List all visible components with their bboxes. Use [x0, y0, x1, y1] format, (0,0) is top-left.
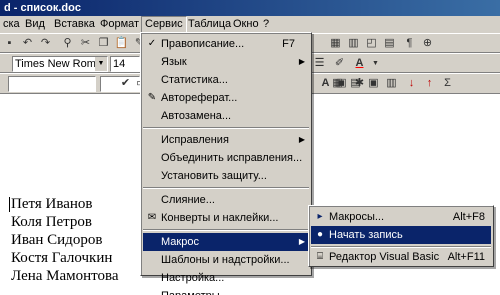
vb-editor-icon: ⌸ [317, 251, 323, 262]
menu-window[interactable]: Окно [230, 16, 262, 33]
submenu-arrow-icon: ▶ [298, 135, 305, 144]
tools-icon[interactable]: ✱ [352, 76, 367, 91]
chevron-down-icon[interactable]: ▼ [368, 56, 383, 71]
columns-icon[interactable]: ▥ [346, 36, 361, 51]
macro-submenu: ▸ Макросы... Alt+F8 ● Начать запись ⌸ Ре… [308, 205, 494, 267]
redo-icon[interactable]: ↷ [38, 36, 53, 51]
menu-bar: ска Вид Вставка Формат Сервис Таблица Ок… [0, 16, 500, 33]
menu-separator [143, 187, 309, 189]
menu-item-autocorrect[interactable]: Автозамена... [143, 107, 309, 125]
menu-item-autosummarize[interactable]: ✎ Автореферат... [143, 89, 309, 107]
submenu-item-record[interactable]: ● Начать запись [311, 226, 491, 244]
menu-separator [143, 127, 309, 129]
menu-item-spelling[interactable]: ✓ Правописание... F7 [143, 35, 309, 53]
font-size-value: 14 [113, 58, 126, 70]
style-combo[interactable] [8, 76, 96, 92]
submenu-arrow-icon: ▶ [298, 57, 305, 66]
menu-edit[interactable]: ска [0, 16, 23, 33]
menu-item-protect[interactable]: Установить защиту... [143, 167, 309, 185]
zoom-icon[interactable]: ⊕ [420, 36, 435, 51]
list-icon[interactable]: ☰ [312, 56, 327, 71]
menu-view[interactable]: Вид [22, 16, 48, 33]
font-name-combo[interactable]: Times New Roman ▼ [12, 56, 108, 72]
chevron-down-icon[interactable]: ▼ [95, 57, 107, 71]
menu-item-options[interactable]: Параметры... [143, 287, 309, 295]
autosummarize-icon: ✎ [147, 92, 157, 103]
sort-asc-icon[interactable]: ↓ [404, 76, 419, 91]
window-title: d - список.doc [0, 0, 500, 16]
text-cursor [9, 197, 10, 212]
menu-item-customize[interactable]: Настройка... [143, 269, 309, 287]
checkmark-icon[interactable]: ✔ [118, 76, 133, 91]
drawing-icon[interactable]: ◰ [364, 36, 379, 51]
menu-format[interactable]: Формат [97, 16, 142, 33]
font-color-icon[interactable]: A [352, 56, 367, 71]
document-line: Иван Сидоров [11, 232, 103, 248]
service-menu: ✓ Правописание... F7 Язык ▶ Статистика..… [140, 32, 312, 295]
menu-table[interactable]: Таблица [185, 16, 234, 33]
wordart-icon[interactable]: A [318, 76, 333, 91]
show-marks-icon[interactable]: ¶ [402, 36, 417, 51]
font-size-combo[interactable]: 14 [110, 56, 140, 72]
document-line: Коля Петров [11, 214, 93, 230]
menu-item-statistics[interactable]: Статистика... [143, 71, 309, 89]
menu-item-mail-merge[interactable]: Слияние... [143, 191, 309, 209]
copy-icon[interactable]: ❐ [96, 36, 111, 51]
highlight-icon[interactable]: ✐ [332, 56, 347, 71]
envelope-icon: ✉ [147, 212, 157, 223]
submenu-item-vb-editor[interactable]: ⌸ Редактор Visual Basic Alt+F11 [311, 249, 491, 265]
menu-item-merge-revisions[interactable]: Объединить исправления... [143, 149, 309, 167]
document-line: Костя Галочкин [11, 250, 113, 266]
menu-separator [143, 229, 309, 231]
sort-desc-icon[interactable]: ↑ [422, 76, 437, 91]
menu-service[interactable]: Сервис [141, 16, 187, 33]
menu-item-envelopes[interactable]: ✉ Конверты и наклейки... [143, 209, 309, 227]
paste-icon[interactable]: 📋 [114, 36, 129, 51]
menu-item-track-changes[interactable]: Исправления ▶ [143, 131, 309, 149]
save-icon[interactable]: ▪ [2, 36, 17, 51]
submenu-arrow-icon: ▶ [298, 237, 305, 246]
menu-item-language[interactable]: Язык ▶ [143, 53, 309, 71]
menu-insert[interactable]: Вставка [51, 16, 98, 33]
menu-help[interactable]: ? [260, 16, 272, 33]
cut-icon[interactable]: ✂ [78, 36, 93, 51]
submenu-item-macros[interactable]: ▸ Макросы... Alt+F8 [311, 208, 491, 226]
find-icon[interactable]: ⚲ [60, 36, 75, 51]
spellcheck-icon: ✓ [147, 38, 157, 49]
undo-icon[interactable]: ↶ [20, 36, 35, 51]
split-cells-icon[interactable]: ▥ [384, 76, 399, 91]
menu-item-macro[interactable]: Макрос ▶ [143, 233, 309, 251]
table-icon[interactable]: ▦ [328, 36, 343, 51]
menu-separator [311, 246, 491, 248]
menu-item-templates[interactable]: Шаблоны и надстройки... [143, 251, 309, 269]
picture-icon[interactable]: ▣ [334, 76, 349, 91]
autosum-icon[interactable]: Σ [440, 76, 455, 91]
docmap-icon[interactable]: ▤ [382, 36, 397, 51]
document-line: Лена Мамонтова [11, 268, 119, 284]
record-icon: ● [316, 229, 324, 240]
play-icon: ▸ [317, 211, 323, 222]
merge-cells-icon[interactable]: ▣ [366, 76, 381, 91]
document-line: Петя Иванов [11, 196, 93, 212]
